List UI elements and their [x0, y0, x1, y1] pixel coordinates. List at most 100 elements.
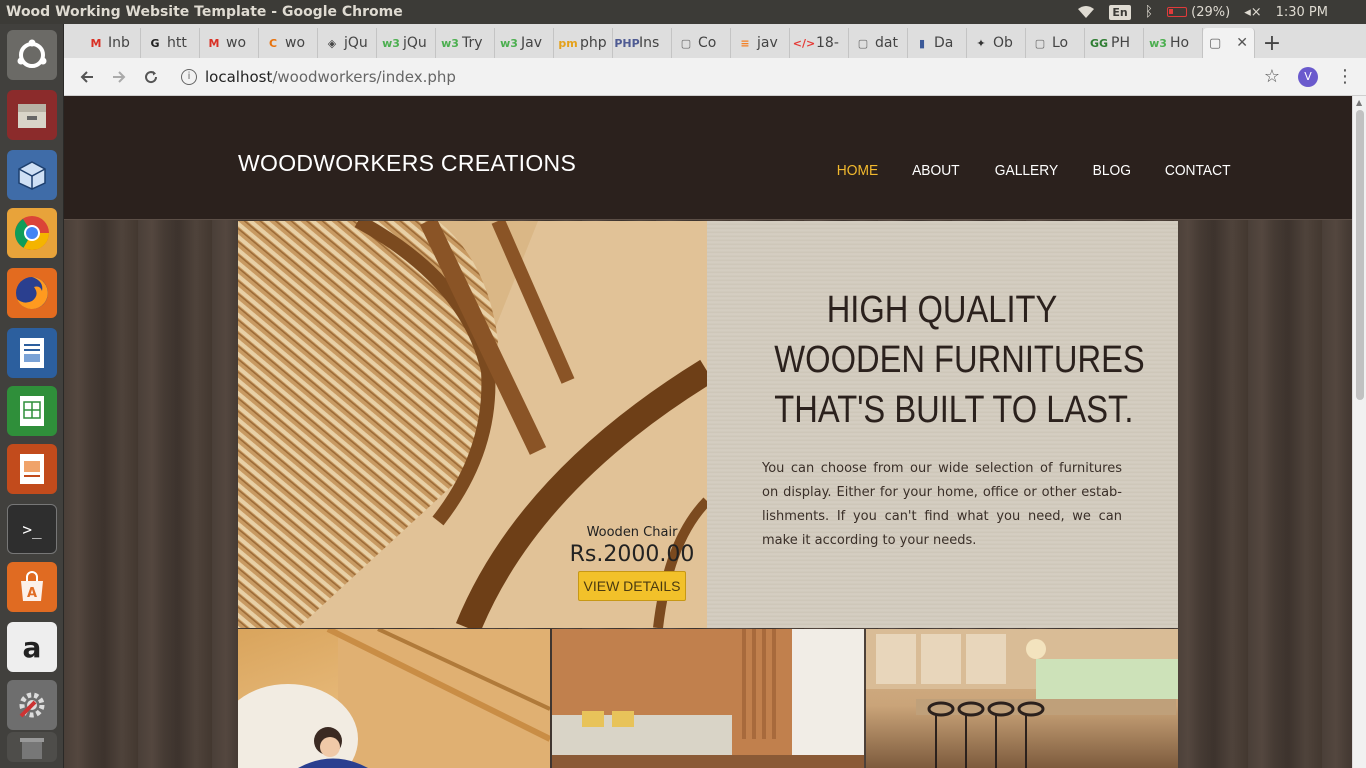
- bookmark-star-icon[interactable]: ☆: [1264, 66, 1280, 87]
- tab-11[interactable]: ≡ jav: [731, 28, 790, 58]
- chrome-icon[interactable]: [7, 208, 57, 258]
- tab-3[interactable]: Cwo: [259, 28, 318, 58]
- headline-line-1: HIGH QUALITY: [826, 289, 1058, 331]
- bird-icon: ✦: [976, 36, 986, 50]
- hero-section: Wooden Chair Rs.2000.00 VIEW DETAILS HIG…: [238, 221, 1178, 628]
- firefox-icon[interactable]: [7, 268, 57, 318]
- libreoffice-calc-icon[interactable]: [7, 386, 57, 436]
- wooden-chair-photo: Wooden Chair Rs.2000.00 VIEW DETAILS: [238, 221, 707, 628]
- tab-0[interactable]: M Inb: [82, 28, 141, 58]
- clock[interactable]: 1:30 PM: [1276, 5, 1328, 20]
- tab-16[interactable]: ▢ Lo: [1026, 28, 1085, 58]
- code-icon: </>: [792, 36, 816, 50]
- tab-18[interactable]: w3 Ho: [1144, 28, 1203, 58]
- svg-text:A: A: [27, 586, 37, 601]
- tab-label: Da: [934, 35, 954, 51]
- profile-avatar[interactable]: V: [1298, 66, 1318, 87]
- w3-icon: w3: [441, 36, 459, 50]
- tab-label: Co: [698, 35, 717, 51]
- gallery-thumbnail[interactable]: [866, 629, 1178, 768]
- tab-label: jQu: [403, 35, 427, 51]
- tab-15[interactable]: ✦ Ob: [967, 28, 1026, 58]
- address-bar[interactable]: i localhost/woodworkers/index.php: [181, 68, 1264, 86]
- bluetooth-icon[interactable]: ᛒ: [1145, 4, 1153, 20]
- ubuntu-launcher: >_ A a: [0, 24, 64, 768]
- tab-1[interactable]: Ghtt: [141, 28, 200, 58]
- url-path: /woodworkers/index.php: [272, 67, 456, 86]
- tab-active[interactable]: ▢ ✕: [1203, 28, 1255, 58]
- browser-toolbar: i localhost/woodworkers/index.php ☆ V ⋮: [64, 58, 1366, 96]
- tab-5[interactable]: w3 jQu: [377, 28, 436, 58]
- gmail-icon: M: [208, 36, 220, 50]
- nav-contact[interactable]: CONTACT: [1165, 162, 1231, 179]
- window-title: Wood Working Website Template - Google C…: [6, 4, 403, 20]
- tab-13[interactable]: ▢ dat: [849, 28, 908, 58]
- tab-label: Jav: [521, 35, 542, 51]
- trash-icon[interactable]: [7, 732, 57, 762]
- tab-7[interactable]: w3 Jav: [495, 28, 554, 58]
- tab-2[interactable]: Mwo: [200, 28, 259, 58]
- gallery-thumbnail[interactable]: [552, 629, 864, 768]
- keyboard-language-indicator[interactable]: En: [1109, 4, 1131, 20]
- system-settings-icon[interactable]: [7, 680, 57, 730]
- close-tab-icon[interactable]: ✕: [1236, 35, 1248, 51]
- volume-icon[interactable]: ◂×: [1244, 5, 1261, 20]
- gmail-icon: M: [90, 36, 102, 50]
- nav-about[interactable]: ABOUT: [912, 162, 960, 179]
- battery-indicator[interactable]: (29%): [1167, 5, 1230, 20]
- amazon-icon[interactable]: a: [7, 622, 57, 672]
- tab-label: 18-: [816, 35, 839, 51]
- virtualbox-icon[interactable]: [7, 150, 57, 200]
- libreoffice-writer-icon[interactable]: [7, 328, 57, 378]
- ubuntu-dash-icon[interactable]: [7, 30, 57, 80]
- tab-label: jav: [757, 35, 778, 51]
- reload-button[interactable]: [135, 61, 167, 93]
- tab-label: dat: [875, 35, 898, 51]
- w3-icon: w3: [382, 36, 400, 50]
- tab-9[interactable]: PHP Ins: [613, 28, 672, 58]
- diamond-icon: ◈: [327, 36, 337, 50]
- back-button[interactable]: [71, 61, 103, 93]
- site-brand[interactable]: WOODWORKERS CREATIONS: [238, 150, 576, 177]
- site-info-icon[interactable]: i: [181, 68, 197, 85]
- new-tab-button[interactable]: +: [1255, 28, 1289, 58]
- php-icon: PHP: [614, 36, 640, 50]
- tab-label: htt: [167, 35, 187, 51]
- tab-12[interactable]: </> 18-: [790, 28, 849, 58]
- libreoffice-impress-icon[interactable]: [7, 444, 57, 494]
- tab-label: php: [580, 35, 607, 51]
- chart-icon: ▮: [918, 36, 926, 50]
- headline-line-3: THAT'S BUILT TO LAST.: [774, 389, 1134, 431]
- headline-line-2: WOODEN FURNITURES: [774, 339, 1145, 381]
- product-card: Wooden Chair Rs.2000.00 VIEW DETAILS: [568, 525, 696, 601]
- software-center-icon[interactable]: A: [7, 562, 57, 612]
- wifi-icon[interactable]: [1077, 5, 1095, 19]
- tab-4[interactable]: ◈ jQu: [318, 28, 377, 58]
- tab-label: Ho: [1170, 35, 1190, 51]
- nav-gallery[interactable]: GALLERY: [994, 162, 1057, 179]
- forward-button[interactable]: [103, 61, 135, 93]
- nav-blog[interactable]: BLOG: [1092, 162, 1130, 179]
- nav-home[interactable]: HOME: [837, 162, 878, 179]
- page-scrollbar[interactable]: ▲: [1352, 96, 1366, 768]
- tab-label: Inb: [108, 35, 130, 51]
- browser-menu-icon[interactable]: ⋮: [1336, 66, 1354, 87]
- c-icon: C: [268, 36, 278, 50]
- scroll-up-arrow-icon[interactable]: ▲: [1356, 98, 1362, 107]
- view-details-button[interactable]: VIEW DETAILS: [578, 571, 686, 601]
- tab-10[interactable]: ▢ Co: [672, 28, 731, 58]
- tab-label: PH: [1111, 35, 1130, 51]
- stackoverflow-icon: ≡: [740, 36, 750, 50]
- gallery-thumbnail[interactable]: [238, 629, 550, 768]
- tab-8[interactable]: pm php: [554, 28, 613, 58]
- w3-icon: w3: [1149, 36, 1167, 50]
- tab-6[interactable]: w3 Try: [436, 28, 495, 58]
- terminal-icon[interactable]: >_: [7, 504, 57, 554]
- tab-14[interactable]: ▮ Da: [908, 28, 967, 58]
- page-icon: ▢: [1209, 35, 1222, 51]
- scrollbar-thumb[interactable]: [1356, 110, 1364, 400]
- files-icon[interactable]: [7, 90, 57, 140]
- gallery-thumbnails: [238, 629, 1178, 768]
- page-icon: ▢: [680, 36, 692, 50]
- tab-17[interactable]: GG PH: [1085, 28, 1144, 58]
